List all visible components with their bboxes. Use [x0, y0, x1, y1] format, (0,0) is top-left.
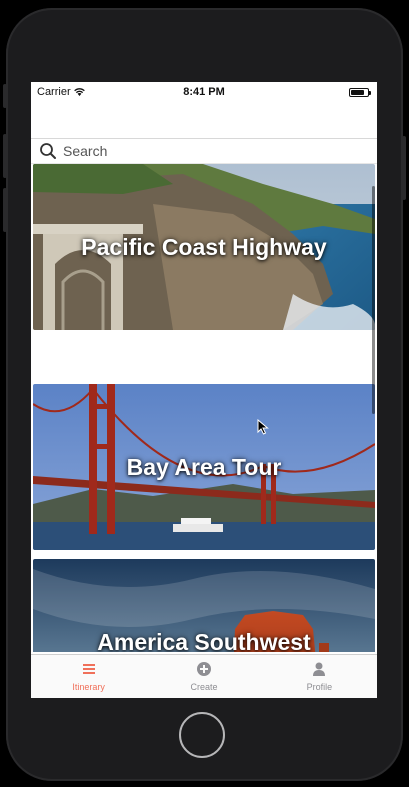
tab-itinerary[interactable]: Itinerary — [31, 655, 146, 698]
battery-fill — [351, 90, 364, 95]
tab-create[interactable]: Create — [146, 655, 261, 698]
search-bar[interactable] — [31, 138, 377, 164]
card-america-southwest[interactable]: America Southwest — [33, 559, 375, 652]
app-screen: Carrier 8:41 PM Search Pacific Coast Hig… — [31, 82, 377, 698]
card-pacific-coast-highway[interactable]: Pacific Coast Highway — [33, 164, 375, 330]
tab-label: Create — [190, 682, 218, 692]
list-icon — [82, 664, 95, 674]
card-title: America Southwest — [97, 628, 311, 653]
card-title: Bay Area Tour — [126, 453, 282, 480]
mute-switch — [3, 84, 7, 108]
status-bar: Carrier 8:41 PM — [31, 82, 377, 102]
battery-tip — [369, 91, 371, 95]
tab-bar: Itinerary Create Profile — [31, 654, 377, 698]
mouse-pointer-icon — [257, 419, 269, 435]
tab-profile[interactable]: Profile — [262, 655, 377, 698]
search-input[interactable] — [63, 143, 363, 159]
scroll-indicator[interactable] — [372, 186, 375, 414]
tab-label: Profile — [306, 682, 333, 692]
home-button[interactable] — [179, 712, 225, 758]
card-bay-area-tour[interactable]: Bay Area Tour — [33, 384, 375, 550]
itinerary-list[interactable]: Pacific Coast Highway Bay Area Tour Amer… — [31, 164, 377, 652]
power-button — [402, 136, 406, 200]
card-title: Pacific Coast Highway — [81, 233, 327, 260]
person-icon — [313, 662, 326, 676]
search-icon — [40, 143, 56, 159]
status-time: 8:41 PM — [183, 86, 225, 98]
volume-down-button — [3, 188, 7, 232]
tab-label: Itinerary — [72, 682, 105, 692]
navigation-bar — [31, 102, 377, 138]
plus-circle-icon — [196, 662, 211, 676]
volume-up-button — [3, 134, 7, 178]
battery-icon — [349, 88, 371, 97]
